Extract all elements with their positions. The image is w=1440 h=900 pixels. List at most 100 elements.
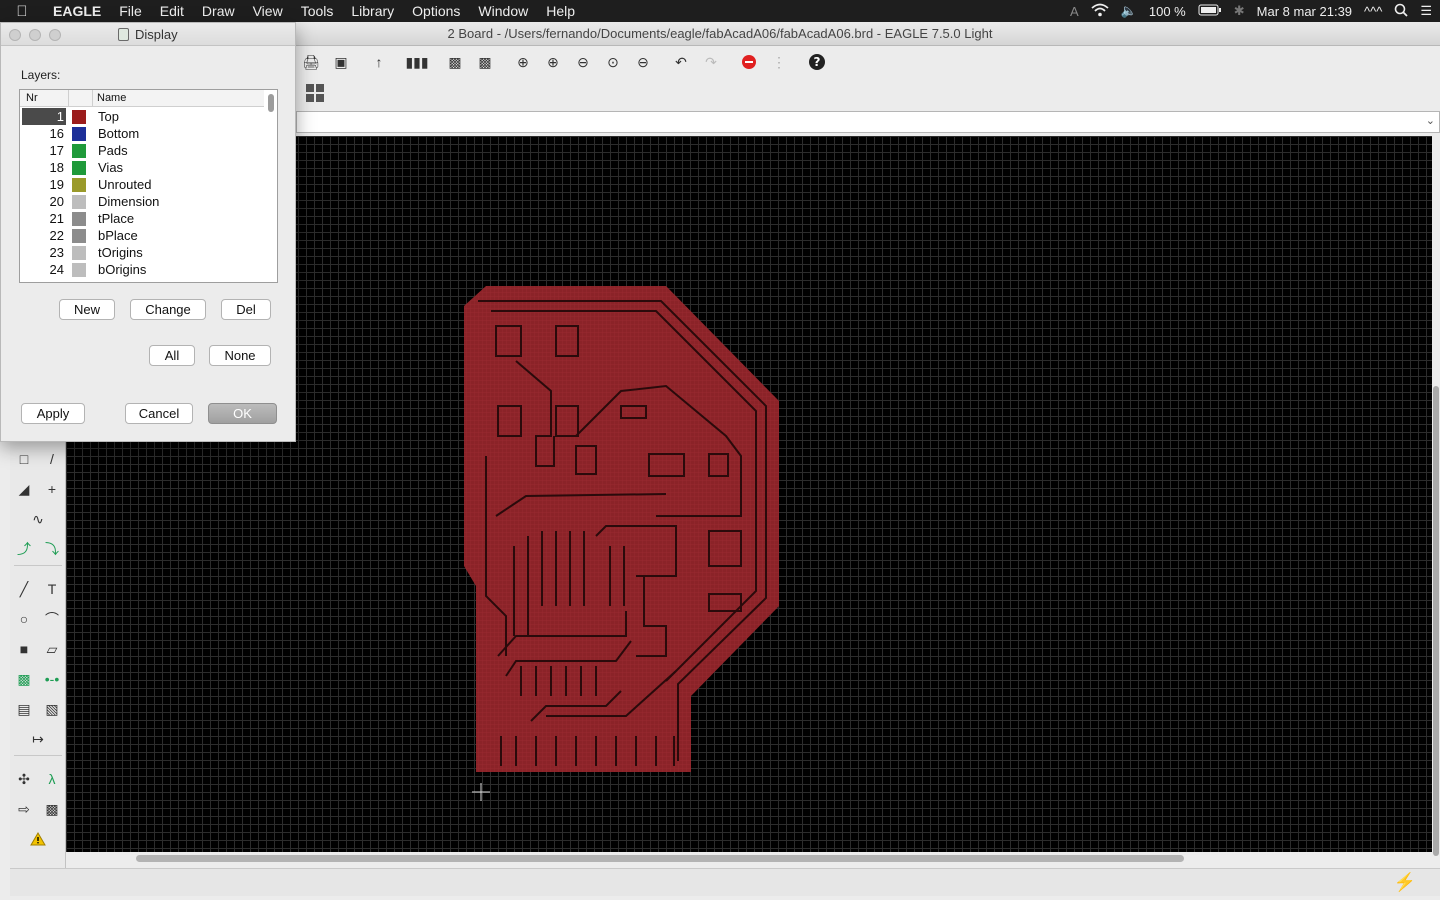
apply-button[interactable]: Apply xyxy=(21,403,85,424)
erc-icon[interactable]: ⇨ xyxy=(13,798,35,820)
zoom-out-icon[interactable]: ⊖ xyxy=(568,50,598,74)
table-row[interactable]: 24 bOrigins xyxy=(20,261,264,278)
table-row[interactable]: 20 Dimension xyxy=(20,193,264,210)
layer-color-swatch[interactable] xyxy=(72,178,86,192)
arc-tool-icon[interactable]: ⌒ xyxy=(41,608,63,630)
route-icon[interactable]: ⤴ xyxy=(13,538,35,560)
select-all-button[interactable]: All xyxy=(149,345,195,366)
redo-icon[interactable]: ↷ xyxy=(696,50,726,74)
rect-tool-icon[interactable]: □ xyxy=(13,448,35,470)
chevron-down-icon[interactable]: ⌄ xyxy=(1426,114,1435,127)
minimize-button[interactable] xyxy=(29,29,41,41)
input-method-indicator[interactable]: ^^^ xyxy=(1364,4,1382,19)
signal-icon[interactable]: •-• xyxy=(41,668,63,690)
attribute-icon[interactable]: ▧ xyxy=(41,698,63,720)
undo-icon[interactable]: ↶ xyxy=(666,50,696,74)
ulp-icon[interactable]: ▩ xyxy=(470,50,500,74)
script-icon[interactable]: ▩ xyxy=(440,50,470,74)
zoom-in-icon[interactable]: ⊕ xyxy=(538,50,568,74)
clock[interactable]: Mar 8 mar 21:39 xyxy=(1257,4,1352,19)
table-row[interactable]: 18 Vias xyxy=(20,159,264,176)
layer-color-swatch[interactable] xyxy=(72,246,86,260)
hole-icon[interactable]: ▤ xyxy=(13,698,35,720)
help-icon[interactable]: ? xyxy=(802,50,832,74)
redraw-icon[interactable]: ⊙ xyxy=(598,50,628,74)
command-line-input[interactable]: ⌄ xyxy=(296,111,1440,133)
vertical-scrollbar[interactable] xyxy=(1432,136,1440,856)
layer-color-swatch[interactable] xyxy=(72,161,86,175)
wire-icon[interactable]: ╱ xyxy=(13,578,35,600)
menu-tools[interactable]: Tools xyxy=(292,0,343,22)
notification-center-icon[interactable]: ☰ xyxy=(1420,3,1432,19)
text-tool-icon[interactable]: T xyxy=(41,578,63,600)
miter-icon[interactable]: ◢ xyxy=(13,478,35,500)
use-library-icon[interactable]: ▮▮▮ xyxy=(402,50,432,74)
stop-icon[interactable] xyxy=(734,50,764,74)
menu-options[interactable]: Options xyxy=(403,0,469,22)
menu-library[interactable]: Library xyxy=(342,0,403,22)
menu-help[interactable]: Help xyxy=(537,0,584,22)
zoom-button[interactable] xyxy=(49,29,61,41)
layer-grid-icon[interactable] xyxy=(306,84,324,102)
autorouter-icon[interactable]: λ xyxy=(41,768,63,790)
rectangle-fill-icon[interactable]: ■ xyxy=(13,638,35,660)
battery-icon[interactable] xyxy=(1198,4,1222,19)
table-row[interactable]: 23 tOrigins xyxy=(20,244,264,261)
cam-processor-icon[interactable]: ▣ xyxy=(326,50,356,74)
go-icon[interactable]: ⋮ xyxy=(764,50,794,74)
adobe-icon[interactable]: A xyxy=(1070,4,1079,19)
volume-icon[interactable]: 🔈 xyxy=(1121,3,1137,19)
menu-file[interactable]: File xyxy=(110,0,151,22)
close-button[interactable] xyxy=(9,29,21,41)
cancel-button[interactable]: Cancel xyxy=(125,403,193,424)
ratsnest-icon[interactable]: ✣ xyxy=(13,768,35,790)
delete-layer-button[interactable]: Del xyxy=(221,299,271,320)
drc-icon[interactable]: ▩ xyxy=(41,798,63,820)
table-row[interactable]: 16 Bottom xyxy=(20,125,264,142)
select-none-button[interactable]: None xyxy=(209,345,271,366)
zoom-fit-icon[interactable]: ⊕ xyxy=(508,50,538,74)
layer-color-swatch[interactable] xyxy=(72,195,86,209)
wifi-icon[interactable] xyxy=(1091,3,1109,20)
spotlight-search-icon[interactable] xyxy=(1394,3,1408,20)
menu-draw[interactable]: Draw xyxy=(193,0,244,22)
menu-window[interactable]: Window xyxy=(469,0,537,22)
dimension-icon[interactable]: ↦ xyxy=(27,728,49,750)
split-icon[interactable]: + xyxy=(41,478,63,500)
new-layer-button[interactable]: New xyxy=(59,299,115,320)
apple-icon[interactable]:  xyxy=(0,3,44,20)
column-header-nr[interactable]: Nr xyxy=(26,92,38,104)
polygon-tool-icon[interactable]: ▱ xyxy=(41,638,63,660)
layer-color-swatch[interactable] xyxy=(72,127,86,141)
table-row[interactable]: 17 Pads xyxy=(20,142,264,159)
lightning-icon[interactable]: ⚡ xyxy=(1394,872,1416,893)
table-row[interactable]: 1 Top xyxy=(20,108,264,125)
via-icon[interactable]: ▩ xyxy=(13,668,35,690)
print-icon[interactable]: 🖨 xyxy=(296,50,326,74)
table-row[interactable]: 19 Unrouted xyxy=(20,176,264,193)
table-row[interactable]: 22 bPlace xyxy=(20,227,264,244)
ripup-icon[interactable]: ⤵ xyxy=(41,538,63,560)
menu-app-name[interactable]: EAGLE xyxy=(44,0,110,22)
layers-table[interactable]: Nr Name 1 Top 16 Bottom 17 Pads 18 Vias … xyxy=(19,89,278,283)
column-header-name[interactable]: Name xyxy=(97,92,126,104)
bluetooth-icon[interactable]: ✱ xyxy=(1234,3,1245,19)
layer-color-swatch[interactable] xyxy=(72,110,86,124)
line-tool-icon[interactable]: / xyxy=(41,448,63,470)
horizontal-scrollbar[interactable] xyxy=(66,852,1432,864)
zoom-select-icon[interactable]: ⊖ xyxy=(628,50,658,74)
warning-icon[interactable] xyxy=(27,828,49,850)
table-scrollbar[interactable] xyxy=(267,92,275,280)
ok-button[interactable]: OK xyxy=(208,403,277,424)
change-layer-button[interactable]: Change xyxy=(130,299,206,320)
circle-tool-icon[interactable]: ○ xyxy=(13,608,35,630)
layer-color-swatch[interactable] xyxy=(72,263,86,277)
menu-view[interactable]: View xyxy=(244,0,292,22)
menu-edit[interactable]: Edit xyxy=(151,0,193,22)
layer-color-swatch[interactable] xyxy=(72,144,86,158)
board-switch-icon[interactable]: ↑ xyxy=(364,50,394,74)
layer-color-swatch[interactable] xyxy=(72,212,86,226)
meander-icon[interactable]: ∿ xyxy=(27,508,49,530)
table-row[interactable]: 21 tPlace xyxy=(20,210,264,227)
layer-color-swatch[interactable] xyxy=(72,229,86,243)
